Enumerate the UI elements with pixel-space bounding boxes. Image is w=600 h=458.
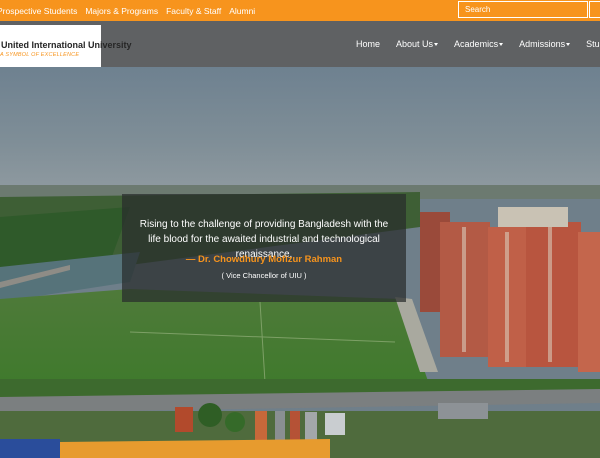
quote-role: ( Vice Chancellor of UIU ) [221,271,307,280]
hero-slider: Rising to the challenge of providing Ban… [0,67,600,458]
site-logo[interactable]: United International University A SYMBOL… [0,25,132,67]
logo-name: United International University [1,40,132,50]
top-bar: Prospective Students Majors & Programs F… [0,0,600,21]
search-input[interactable] [458,1,588,18]
quote-author: — Dr. Chowdhury Mofizur Rahman [185,254,343,265]
nav-students-label: Students [586,39,600,49]
caret-down-icon [566,43,571,46]
top-links: Prospective Students Majors & Programs F… [0,0,263,21]
nav-academics[interactable]: Academics [454,39,504,49]
link-alumni[interactable]: Alumni [229,6,255,16]
search-button[interactable] [589,1,600,18]
hero-quote-box: Rising to the challenge of providing Ban… [122,194,406,302]
caret-down-icon [499,43,504,46]
nav-admissions-label: Admissions [519,39,566,49]
nav-about-us[interactable]: About Us [396,39,439,49]
logo-tagline: A SYMBOL OF EXCELLENCE [0,52,80,58]
nav-home-label: Home [356,39,381,49]
nav-admissions[interactable]: Admissions [519,39,571,49]
nav-about-us-label: About Us [396,39,434,49]
nav-home[interactable]: Home [356,39,380,49]
nav-academics-label: Academics [454,39,499,49]
link-faculty-staff[interactable]: Faculty & Staff [166,6,221,16]
nav-students[interactable]: Students [586,39,600,49]
link-majors-programs[interactable]: Majors & Programs [85,6,158,16]
main-nav: Home About Us Academics Admissions Stude… [356,21,600,67]
caret-down-icon [434,43,439,46]
link-prospective-students[interactable]: Prospective Students [0,6,77,16]
